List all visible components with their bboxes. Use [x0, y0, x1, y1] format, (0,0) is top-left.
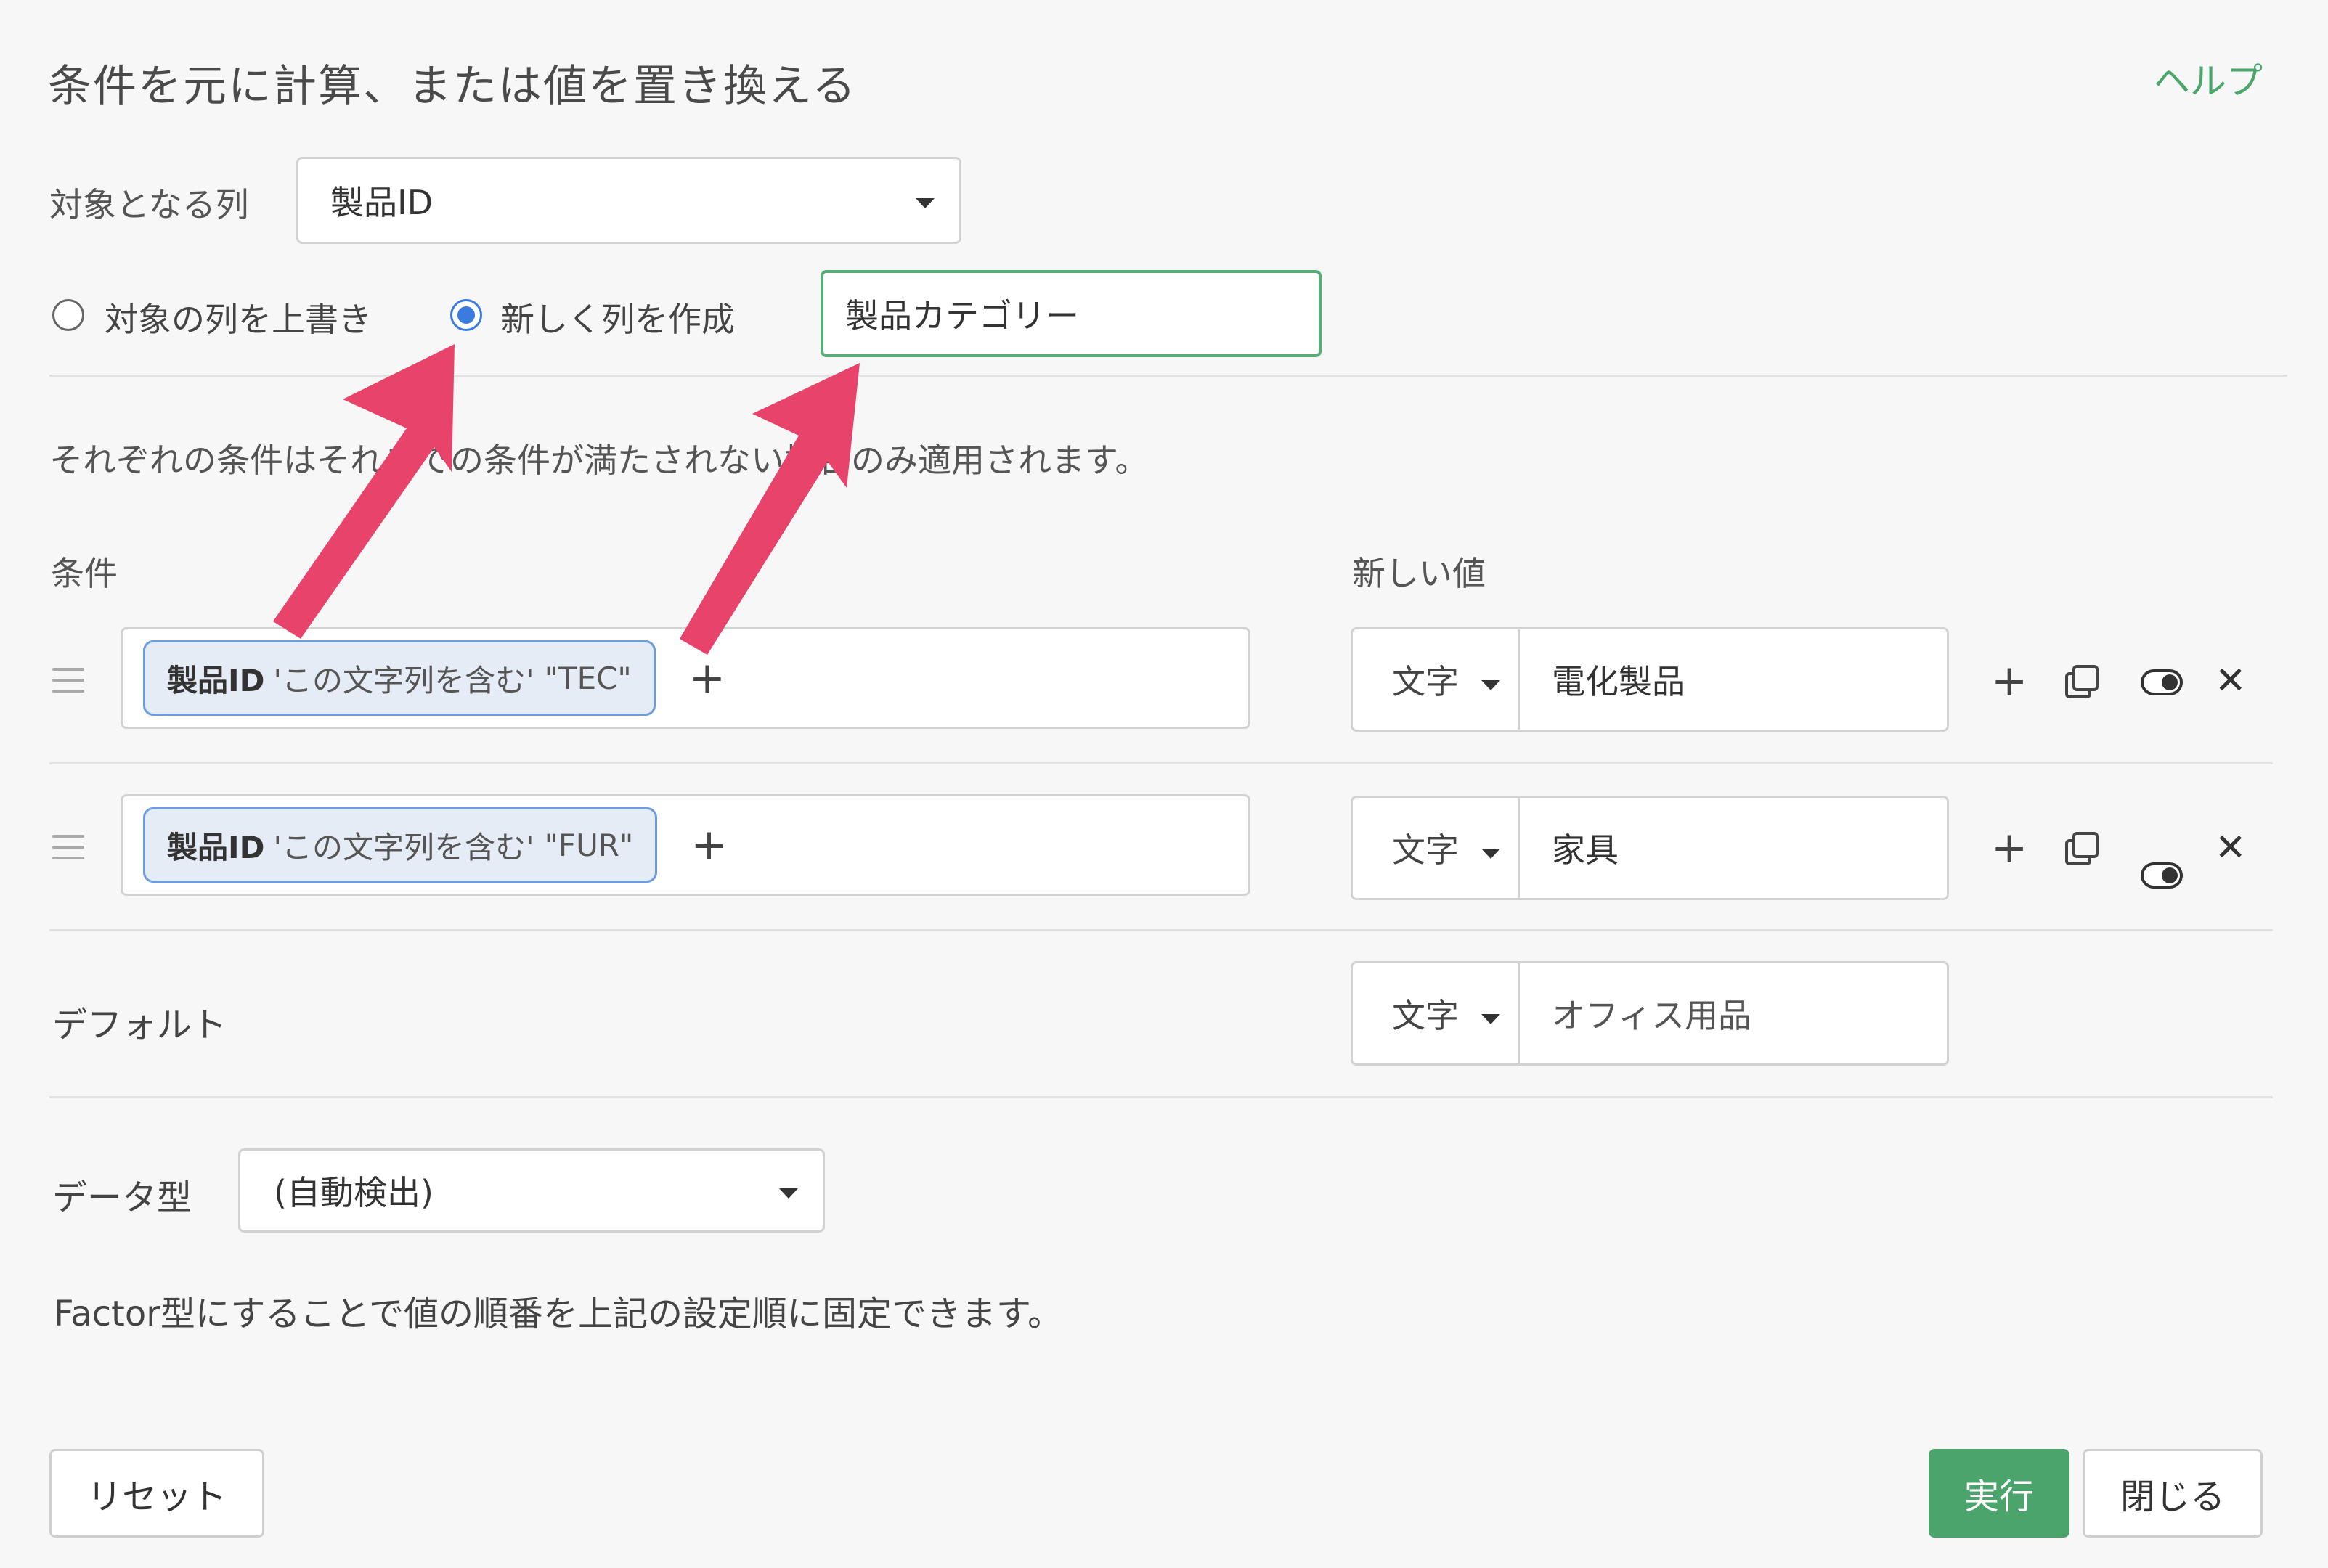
datatype-hint: Factor型にすることで値の順番を上記の設定順に固定できます。: [54, 1294, 1063, 1334]
help-link[interactable]: ヘルプ: [2154, 52, 2263, 105]
type-value: 文字: [1392, 830, 1459, 870]
new-value-field-2[interactable]: 文字 家具: [1351, 796, 1949, 900]
condition-chip[interactable]: 製品ID 'この文字列を含む' "TEC": [143, 640, 656, 716]
radio-new-column-label[interactable]: 新しく列を作成: [501, 293, 735, 341]
default-value-field[interactable]: 文字 オフィス用品: [1351, 961, 1949, 1066]
type-select[interactable]: 文字: [1353, 629, 1520, 730]
annotation-arrow-left: [273, 344, 455, 639]
annotation-arrow-right: [680, 363, 860, 655]
run-button[interactable]: 実行: [1929, 1449, 2069, 1538]
divider: [49, 762, 2273, 764]
type-select[interactable]: 文字: [1353, 963, 1520, 1063]
toggle-icon[interactable]: [2141, 669, 2183, 695]
drag-handle-icon[interactable]: [52, 668, 84, 701]
default-label: デフォルト: [52, 1005, 227, 1045]
chevron-down-icon: [1481, 680, 1500, 690]
radio-overwrite[interactable]: [52, 299, 84, 331]
chip-operator: 'この文字列を含む': [273, 829, 534, 865]
datatype-select[interactable]: (自動検出): [238, 1148, 825, 1233]
chevron-down-icon: [916, 198, 935, 208]
chip-operator: 'この文字列を含む': [273, 662, 534, 698]
chevron-down-icon: [779, 1188, 798, 1199]
condition-input-1[interactable]: 製品ID 'この文字列を含む' "TEC" +: [121, 627, 1250, 729]
close-button[interactable]: 閉じる: [2083, 1449, 2263, 1538]
plus-icon[interactable]: +: [1991, 826, 2027, 870]
add-condition-icon[interactable]: +: [691, 823, 727, 867]
copy-icon[interactable]: [2065, 832, 2099, 865]
condition-note: それぞれの条件はそれまでの条件が満たされない場合のみ適用されます。: [49, 441, 1149, 480]
radio-new-column[interactable]: [450, 299, 482, 331]
chip-value: "FUR": [544, 827, 634, 863]
close-icon[interactable]: ✕: [2215, 829, 2247, 867]
chevron-down-icon: [1481, 849, 1500, 859]
new-value-field-1[interactable]: 文字 電化製品: [1351, 627, 1949, 732]
new-value-input[interactable]: 電化製品: [1520, 629, 1685, 730]
new-value-column-header: 新しい値: [1352, 554, 1486, 593]
target-column-value: 製品ID: [330, 183, 433, 222]
plus-icon[interactable]: +: [1991, 659, 2027, 703]
new-value-input[interactable]: 家具: [1520, 798, 1619, 898]
target-column-label: 対象となる列: [49, 185, 249, 224]
annotation-arrow-group: [273, 344, 860, 655]
toggle-icon[interactable]: [2141, 862, 2183, 889]
chevron-down-icon: [1481, 1014, 1500, 1024]
radio-overwrite-label[interactable]: 対象の列を上書き: [105, 293, 372, 341]
condition-input-2[interactable]: 製品ID 'この文字列を含む' "FUR" +: [121, 794, 1250, 896]
default-value-input[interactable]: オフィス用品: [1520, 963, 1751, 1063]
close-icon[interactable]: ✕: [2215, 662, 2247, 700]
divider: [49, 375, 2287, 377]
add-condition-icon[interactable]: +: [689, 656, 725, 700]
divider: [49, 929, 2273, 931]
dialog-title: 条件を元に計算、または値を置き換える: [48, 61, 858, 112]
condition-chip[interactable]: 製品ID 'この文字列を含む' "FUR": [143, 807, 658, 883]
type-value: 文字: [1392, 996, 1459, 1035]
chip-column: 製品ID: [167, 662, 265, 698]
type-value: 文字: [1392, 662, 1459, 701]
datatype-label: データ型: [52, 1177, 192, 1218]
copy-icon[interactable]: [2065, 665, 2099, 698]
datatype-value: (自動検出): [274, 1173, 434, 1212]
target-column-select[interactable]: 製品ID: [296, 157, 961, 244]
chip-column: 製品ID: [167, 829, 265, 865]
reset-button[interactable]: リセット: [49, 1449, 264, 1538]
new-column-name-input[interactable]: 製品カテゴリー: [821, 270, 1322, 357]
chip-value: "TEC": [544, 660, 632, 696]
drag-handle-icon[interactable]: [52, 835, 84, 867]
type-select[interactable]: 文字: [1353, 798, 1520, 898]
condition-column-header: 条件: [51, 554, 118, 593]
divider: [49, 1096, 2273, 1098]
